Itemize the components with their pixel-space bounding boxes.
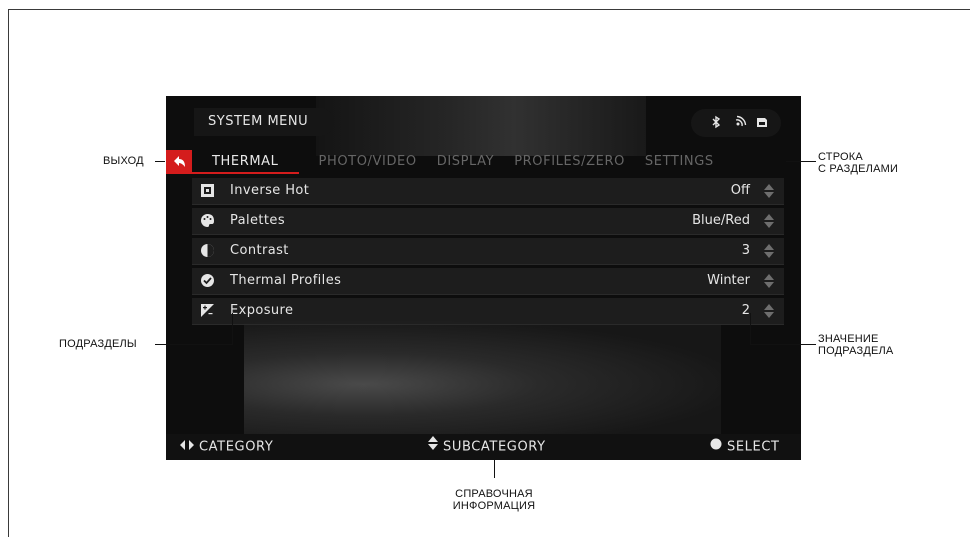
up-down-arrows-icon bbox=[428, 434, 438, 460]
callout-value-2: ПОДРАЗДЕЛА bbox=[818, 345, 894, 357]
background-image-top bbox=[316, 96, 646, 156]
menu-item-exposure[interactable]: Exposure 2 bbox=[192, 298, 784, 325]
tab-thermal[interactable]: THERMAL bbox=[192, 150, 299, 174]
menu-item-label: Palettes bbox=[230, 213, 285, 228]
exposure-icon bbox=[200, 303, 215, 318]
frame-border-left bbox=[8, 9, 9, 537]
leader-line-exit bbox=[155, 161, 165, 162]
leader-line-section-bar bbox=[786, 161, 816, 162]
callout-exit: ВЫХОД bbox=[103, 155, 144, 167]
help-subcategory: SUBCATEGORY bbox=[428, 434, 546, 460]
menu-title: SYSTEM MENU bbox=[194, 108, 335, 136]
sd-card-icon bbox=[755, 115, 769, 129]
menu-item-label: Thermal Profiles bbox=[230, 273, 342, 288]
callout-section-bar-1: СТРОКА bbox=[818, 151, 863, 163]
frame-border-top bbox=[8, 9, 970, 10]
back-arrow-icon bbox=[174, 156, 185, 167]
help-subcategory-label: SUBCATEGORY bbox=[443, 439, 546, 455]
help-select: SELECT bbox=[710, 434, 780, 460]
device-screen: SYSTEM MENU THERMAL PHOTO/VIDEO DISPLAY … bbox=[166, 96, 801, 460]
up-down-arrows-icon[interactable] bbox=[762, 213, 776, 229]
background-thermal-image bbox=[244, 321, 721, 436]
inverse-hot-icon bbox=[200, 183, 215, 198]
menu-item-value: Off bbox=[730, 183, 750, 198]
select-dot-icon bbox=[710, 434, 722, 460]
menu-item-thermal-profiles[interactable]: Thermal Profiles Winter bbox=[192, 268, 784, 295]
tab-display[interactable]: DISPLAY bbox=[437, 150, 495, 174]
category-tab-bar: THERMAL PHOTO/VIDEO DISPLAY PROFILES/ZER… bbox=[166, 150, 784, 174]
menu-item-value: Blue/Red bbox=[692, 213, 750, 228]
menu-item-label: Exposure bbox=[230, 303, 294, 318]
help-category: CATEGORY bbox=[180, 434, 273, 460]
menu-item-value: 3 bbox=[741, 243, 750, 258]
menu-item-contrast[interactable]: Contrast 3 bbox=[192, 238, 784, 265]
palette-icon bbox=[200, 213, 215, 228]
bluetooth-icon bbox=[709, 115, 723, 129]
callout-help-1: СПРАВОЧНАЯ bbox=[455, 488, 533, 500]
leader-line-value-v bbox=[750, 313, 751, 345]
leader-line-subsections-h bbox=[155, 344, 233, 345]
callout-section-bar-2: С РАЗДЕЛАМИ bbox=[818, 163, 899, 175]
callout-subsections: ПОДРАЗДЕЛЫ bbox=[59, 338, 137, 350]
menu-item-label: Inverse Hot bbox=[230, 183, 310, 198]
tabs: THERMAL PHOTO/VIDEO DISPLAY PROFILES/ZER… bbox=[192, 150, 734, 174]
up-down-arrows-icon[interactable] bbox=[762, 303, 776, 319]
up-down-arrows-icon[interactable] bbox=[762, 183, 776, 199]
help-category-label: CATEGORY bbox=[199, 439, 274, 455]
help-bar: CATEGORY SUBCATEGORY SELECT bbox=[166, 434, 801, 460]
tab-photo-video[interactable]: PHOTO/VIDEO bbox=[319, 150, 417, 174]
up-down-arrows-icon[interactable] bbox=[762, 273, 776, 289]
callout-help-2: ИНФОРМАЦИЯ bbox=[452, 500, 536, 512]
leader-line-value-h bbox=[750, 344, 816, 345]
tab-profiles-zero[interactable]: PROFILES/ZERO bbox=[514, 150, 625, 174]
menu-item-value: 2 bbox=[741, 303, 750, 318]
help-select-label: SELECT bbox=[727, 439, 780, 455]
menu-item-label: Contrast bbox=[230, 243, 289, 258]
tab-settings[interactable]: SETTINGS bbox=[645, 150, 714, 174]
menu-item-value: Winter bbox=[707, 273, 750, 288]
menu-item-inverse-hot[interactable]: Inverse Hot Off bbox=[192, 178, 784, 205]
callout-value-1: ЗНАЧЕНИЕ bbox=[818, 333, 879, 345]
leader-line-subsections-v bbox=[232, 313, 233, 345]
leader-line-help bbox=[494, 460, 495, 478]
subcategory-list: Inverse Hot Off Palettes Blue/Red Contra… bbox=[192, 178, 784, 328]
status-icons bbox=[691, 109, 781, 137]
wifi-icon bbox=[733, 115, 747, 129]
up-down-arrows-icon[interactable] bbox=[762, 243, 776, 259]
check-circle-icon bbox=[200, 273, 215, 288]
left-right-arrows-icon bbox=[180, 434, 194, 460]
contrast-icon bbox=[200, 243, 215, 258]
menu-item-palettes[interactable]: Palettes Blue/Red bbox=[192, 208, 784, 235]
back-button[interactable] bbox=[166, 150, 192, 174]
